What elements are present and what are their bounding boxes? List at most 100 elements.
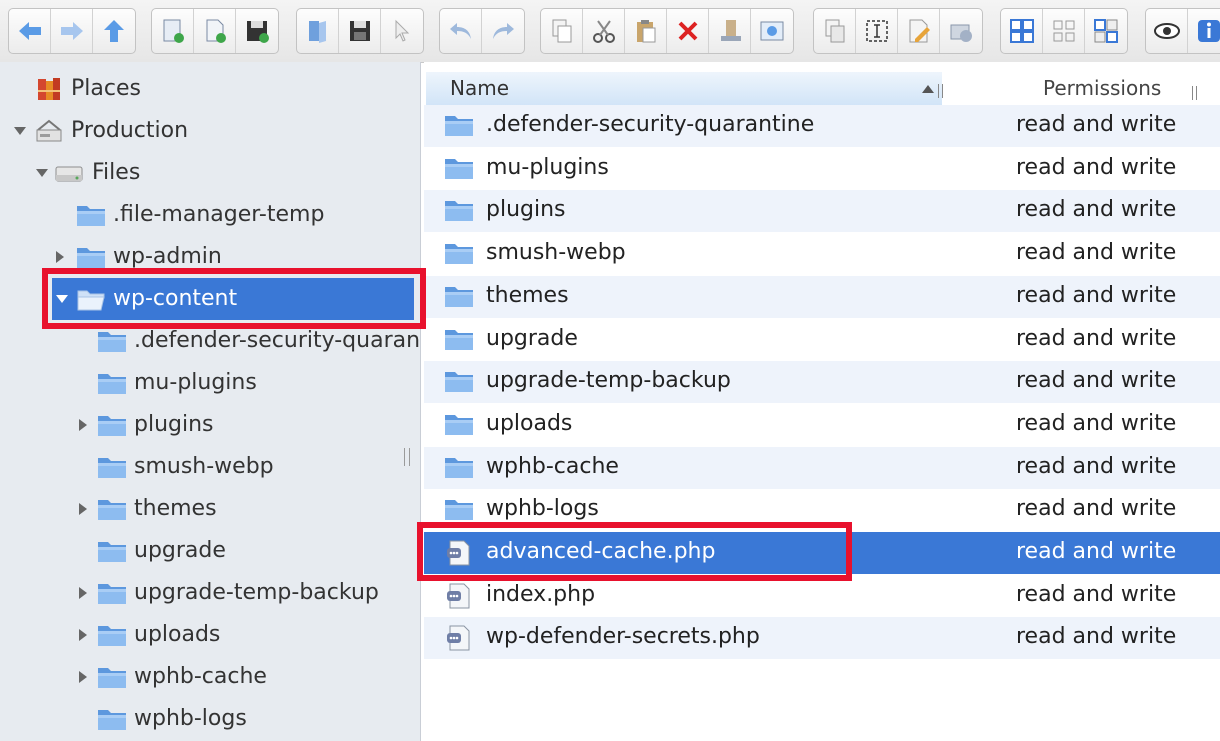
tree-item[interactable]: plugins	[0, 404, 420, 446]
tree-item[interactable]: .defender-security-quarantine	[0, 320, 420, 362]
tree-item[interactable]: wphb-cache	[0, 656, 420, 698]
edit-text-button[interactable]	[898, 9, 940, 53]
expand-arrow-icon[interactable]	[79, 419, 87, 431]
file-name: plugins	[486, 197, 566, 223]
view-small-button[interactable]	[1043, 9, 1085, 53]
file-row[interactable]: .defender-security-quarantine read and wr…	[424, 105, 1220, 147]
folder-icon	[444, 454, 474, 482]
tree-item-label: wphb-cache	[134, 664, 267, 689]
file-permissions: read and write	[1016, 453, 1177, 479]
tree-item-label: Files	[92, 160, 141, 185]
file-name: advanced-cache.php	[486, 539, 716, 564]
sort-ascending-icon	[922, 85, 934, 93]
file-row[interactable]: advanced-cache.php read and write	[424, 532, 1220, 574]
file-list: Name Permissions .defender-security-quar…	[424, 62, 1220, 741]
file-row[interactable]: uploads read and write	[424, 404, 1220, 446]
expand-arrow-icon[interactable]	[79, 503, 87, 515]
forward-button[interactable]	[51, 9, 93, 53]
tree-item[interactable]: mu-plugins	[0, 362, 420, 404]
expand-arrow-icon[interactable]	[79, 629, 87, 641]
file-permissions: read and write	[1016, 368, 1177, 394]
disk-button[interactable]	[339, 9, 381, 53]
undo-icon	[447, 17, 475, 45]
delete-button[interactable]	[667, 9, 709, 53]
file-row[interactable]: upgrade read and write	[424, 319, 1220, 361]
tree-item-label: plugins	[134, 412, 214, 437]
tree-item[interactable]: smush-webp	[0, 446, 420, 488]
duplicate-button[interactable]	[814, 9, 856, 53]
tree-item[interactable]: themes	[0, 488, 420, 530]
toolbar-group	[439, 8, 525, 54]
back-button[interactable]	[9, 9, 51, 53]
new-folder-icon	[159, 17, 187, 45]
select-button[interactable]	[856, 9, 898, 53]
save-button[interactable]	[236, 9, 278, 53]
file-row[interactable]: wphb-logs read and write	[424, 489, 1220, 531]
view-large-button[interactable]	[1001, 9, 1043, 53]
tree-item[interactable]: .file-manager-temp	[0, 194, 420, 236]
tree-item[interactable]: Places	[0, 68, 420, 110]
file-permissions: read and write	[1016, 410, 1177, 436]
paste-button[interactable]	[625, 9, 667, 53]
edit-button[interactable]	[751, 9, 793, 53]
collapse-arrow-icon[interactable]	[14, 127, 26, 135]
rename-button[interactable]	[709, 9, 751, 53]
up-icon	[100, 17, 128, 45]
tree-item-label: wp-content	[113, 286, 238, 311]
new-folder-button[interactable]	[152, 9, 194, 53]
file-row[interactable]: upgrade-temp-backup read and write	[424, 361, 1220, 404]
new-file-button[interactable]	[194, 9, 236, 53]
open-button[interactable]	[297, 9, 339, 53]
collapse-arrow-icon[interactable]	[36, 169, 48, 177]
open-folder-icon	[76, 286, 106, 312]
tree-item[interactable]: Production	[0, 110, 420, 152]
toolbar-group	[1000, 8, 1128, 54]
info-button[interactable]	[1188, 9, 1220, 53]
file-row[interactable]: plugins read and write	[424, 190, 1220, 233]
folder-icon	[97, 622, 127, 648]
collapse-arrow-icon[interactable]	[56, 295, 68, 303]
file-name: smush-webp	[486, 240, 626, 266]
permissions-button[interactable]	[940, 9, 982, 53]
tree-item[interactable]: upgrade	[0, 530, 420, 572]
cut-button[interactable]	[583, 9, 625, 53]
expand-arrow-icon[interactable]	[56, 251, 64, 263]
view-large-icon	[1008, 17, 1036, 45]
tree-item[interactable]: upgrade-temp-backup	[0, 572, 420, 614]
redo-button[interactable]	[482, 9, 524, 53]
folder-icon	[444, 368, 474, 396]
select-icon	[863, 17, 891, 45]
permissions-icon	[947, 17, 975, 45]
tree-item[interactable]: wp-content	[52, 278, 414, 320]
column-resize-handle[interactable]	[1192, 86, 1197, 100]
toolbar	[0, 0, 1220, 63]
edit-text-icon	[905, 17, 933, 45]
file-row[interactable]: smush-webp read and write	[424, 233, 1220, 275]
tree-item[interactable]: wp-admin	[0, 236, 420, 278]
column-header-permissions[interactable]: Permissions	[942, 72, 1220, 108]
tree-item-label: wp-admin	[113, 244, 222, 269]
copy-icon	[548, 17, 576, 45]
file-row[interactable]: themes read and write	[424, 275, 1220, 318]
expand-arrow-icon[interactable]	[79, 671, 87, 683]
file-row[interactable]: mu-plugins read and write	[424, 148, 1220, 190]
view-list-button[interactable]	[1085, 9, 1127, 53]
tree-item[interactable]: wphb-logs	[0, 698, 420, 740]
edit-icon	[758, 17, 786, 45]
undo-button[interactable]	[440, 9, 482, 53]
up-button[interactable]	[93, 9, 135, 53]
tree-item[interactable]: uploads	[0, 614, 420, 656]
expand-arrow-icon[interactable]	[79, 587, 87, 599]
file-row[interactable]: wphb-cache read and write	[424, 446, 1220, 489]
copy-button[interactable]	[541, 9, 583, 53]
preview-button[interactable]	[1146, 9, 1188, 53]
toolbar-group	[296, 8, 424, 54]
toolbar-group	[540, 8, 794, 54]
sidebar-resize-handle[interactable]	[404, 448, 410, 466]
list-header: Name Permissions	[424, 72, 1220, 110]
pointer-button[interactable]	[381, 9, 423, 53]
tree-item[interactable]: Files	[0, 152, 420, 194]
folder-icon	[444, 240, 474, 268]
file-row[interactable]: wp-defender-secrets.php read and write	[424, 617, 1220, 660]
file-row[interactable]: index.php read and write	[424, 575, 1220, 617]
